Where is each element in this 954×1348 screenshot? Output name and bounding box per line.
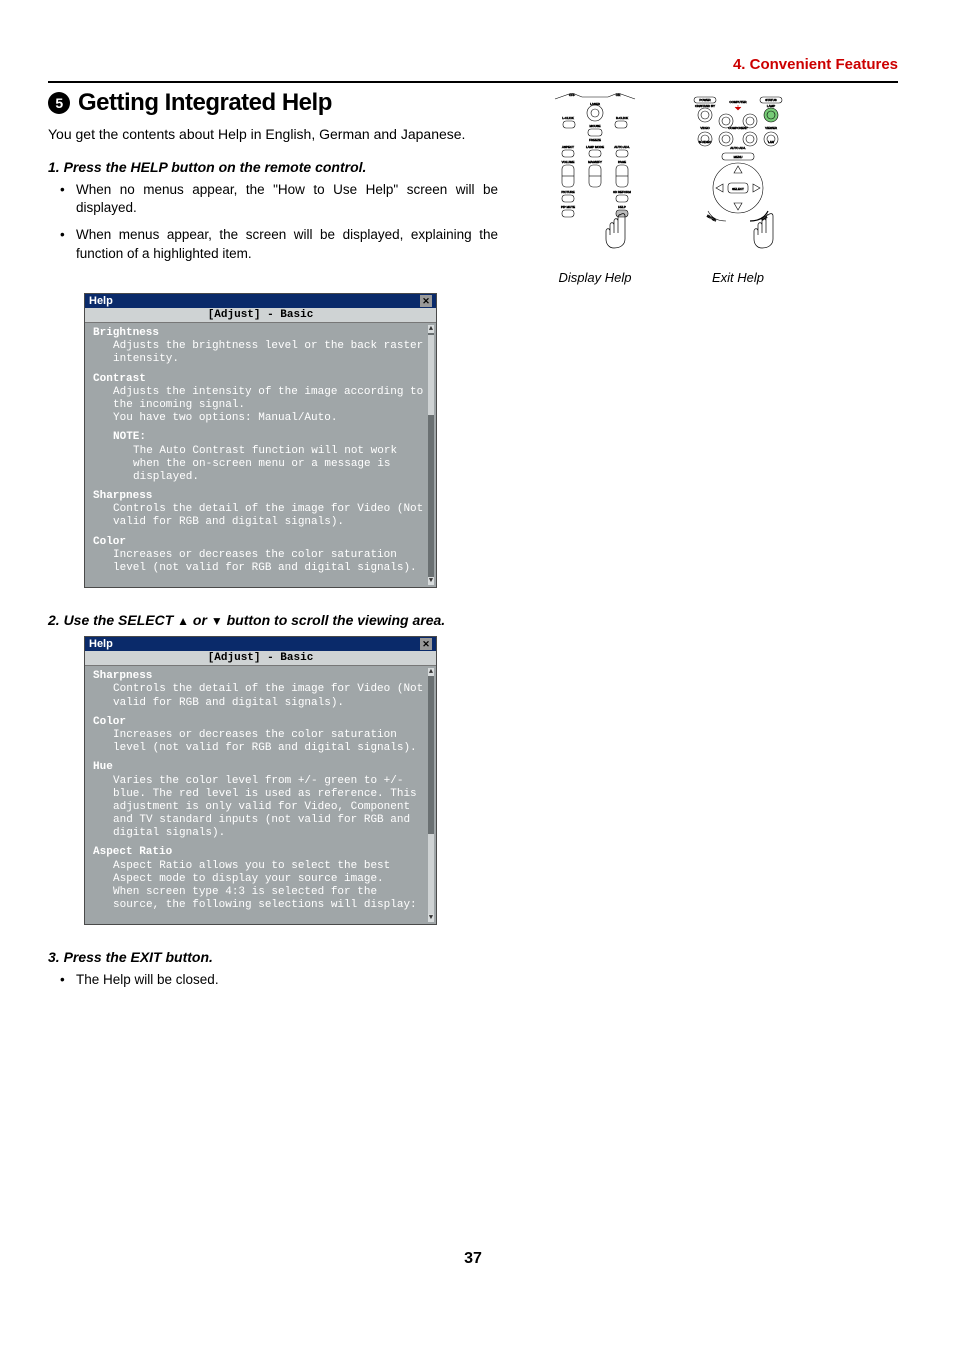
svg-text:ENTER: ENTER (706, 214, 718, 223)
scroll-thumb[interactable] (428, 335, 434, 415)
svg-text:ON: ON (616, 93, 621, 97)
step3-heading: 3. Press the EXIT button. (48, 949, 898, 965)
intro-text: You get the contents about Help in Engli… (48, 125, 518, 145)
svg-text:VIEWER: VIEWER (765, 126, 778, 130)
svg-text:MAGNIFY: MAGNIFY (588, 160, 602, 164)
scroll-up-icon[interactable]: ▲ (428, 325, 434, 333)
section-header: 4. Convenient Features (48, 56, 898, 73)
remote-caption: Display Help (550, 270, 640, 285)
svg-text:3D REFORM: 3D REFORM (613, 190, 631, 194)
list-item: When no menus appear, the "How to Use He… (76, 181, 518, 219)
step1-bullets: When no menus appear, the "How to Use He… (48, 181, 518, 265)
help-dialog-1: Help ✕ [Adjust] - Basic ▲ ▼ BrightnessAd… (84, 293, 437, 588)
svg-text:COMPONENT: COMPONENT (728, 126, 748, 130)
svg-text:PIP MUTE: PIP MUTE (561, 205, 575, 209)
help-dialog-2: Help ✕ [Adjust] - Basic ▲ ▼ SharpnessCon… (84, 636, 437, 925)
up-triangle-icon: ▲ (177, 614, 189, 628)
svg-text:ASPECT: ASPECT (562, 145, 574, 149)
help1-title: Help (89, 295, 113, 307)
help2-subtitle: [Adjust] - Basic (85, 651, 436, 666)
svg-text:HELP: HELP (618, 205, 626, 209)
panel-caption: Exit Help (688, 270, 788, 285)
scroll-down-icon[interactable]: ▼ (428, 577, 434, 585)
svg-text:S-VIDEO: S-VIDEO (699, 140, 712, 144)
help1-subtitle: [Adjust] - Basic (85, 308, 436, 323)
svg-text:SELECT: SELECT (732, 187, 744, 191)
header-rule (48, 81, 898, 83)
remote-figure: OFF ON LASER L-CLICK R-CLICK MOUSE FREEZ… (550, 93, 640, 285)
svg-text:OFF: OFF (569, 93, 575, 97)
page-title: 5 Getting Integrated Help (48, 89, 518, 117)
help2-title: Help (89, 638, 113, 650)
close-icon[interactable]: ✕ (420, 295, 432, 307)
scroll-thumb[interactable] (428, 834, 434, 914)
svg-text:R-CLICK: R-CLICK (616, 116, 628, 120)
svg-text:POWER: POWER (699, 98, 711, 102)
svg-text:AUTO ADJ.: AUTO ADJ. (614, 145, 630, 149)
scrollbar[interactable]: ▲ ▼ (428, 325, 434, 585)
svg-text:VIDEO: VIDEO (700, 126, 710, 130)
down-triangle-icon: ▼ (211, 614, 223, 628)
svg-text:LAN: LAN (768, 140, 774, 144)
page-number: 37 (48, 1250, 898, 1268)
list-item: The Help will be closed. (76, 971, 898, 990)
svg-text:ON/STAND BY: ON/STAND BY (695, 104, 715, 108)
panel-figure: POWER ON/STAND BY COMPUTER STATUS LAMP V… (688, 93, 788, 285)
scroll-up-icon[interactable]: ▲ (428, 668, 434, 676)
title-badge: 5 (48, 92, 70, 114)
svg-text:LAMP MODE: LAMP MODE (586, 145, 604, 149)
step1-heading: 1. Press the HELP button on the remote c… (48, 159, 518, 175)
svg-text:COMPUTER: COMPUTER (729, 100, 747, 104)
svg-text:LAMP: LAMP (767, 104, 775, 108)
step2-heading: 2. Use the SELECT ▲ or ▼ button to scrol… (48, 612, 898, 628)
scroll-down-icon[interactable]: ▼ (428, 914, 434, 922)
remote-icon: OFF ON LASER L-CLICK R-CLICK MOUSE FREEZ… (550, 93, 640, 263)
list-item: When menus appear, the screen will be di… (76, 226, 518, 264)
svg-text:PICTURE: PICTURE (561, 190, 574, 194)
svg-text:STATUS: STATUS (765, 98, 776, 102)
step3-bullets: The Help will be closed. (48, 971, 898, 990)
close-icon[interactable]: ✕ (420, 638, 432, 650)
svg-text:MOUSE: MOUSE (589, 124, 600, 128)
scrollbar[interactable]: ▲ ▼ (428, 668, 434, 922)
svg-text:FREEZE: FREEZE (589, 138, 601, 142)
svg-text:MENU: MENU (734, 155, 743, 159)
title-text: Getting Integrated Help (78, 89, 332, 117)
panel-icon: POWER ON/STAND BY COMPUTER STATUS LAMP V… (688, 93, 788, 263)
svg-text:L-CLICK: L-CLICK (562, 116, 574, 120)
svg-text:PAGE: PAGE (618, 160, 626, 164)
svg-text:VOLUME: VOLUME (562, 160, 575, 164)
svg-text:AUTO ADJ.: AUTO ADJ. (730, 146, 746, 150)
